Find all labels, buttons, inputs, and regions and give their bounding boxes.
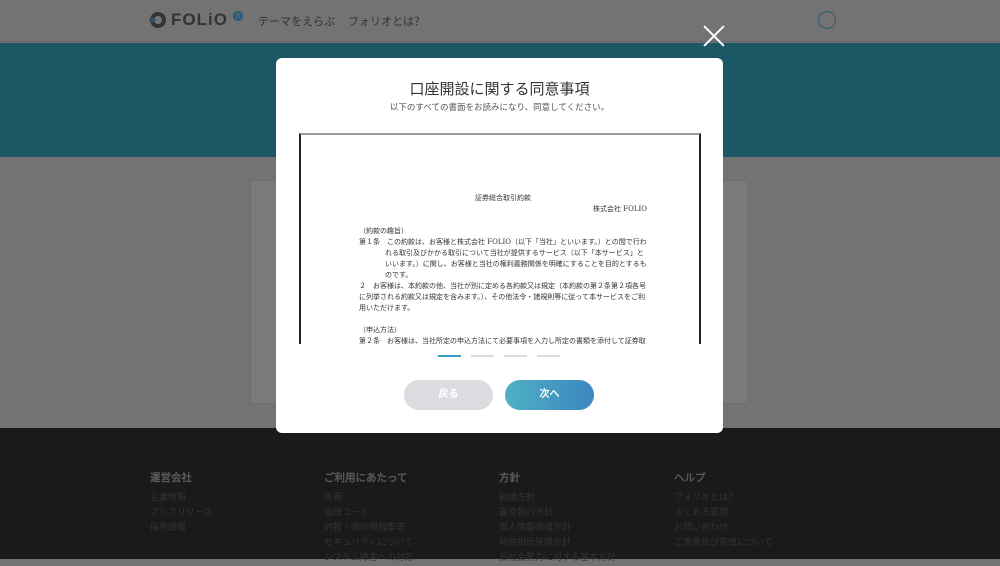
page-dot-3[interactable]: [504, 355, 527, 357]
beta-badge: β: [232, 11, 243, 21]
footer-link[interactable]: 免責: [324, 491, 414, 506]
page-dot-4[interactable]: [537, 355, 560, 357]
footer-link[interactable]: 個人情報保護方針: [499, 521, 616, 536]
nav-choose-theme[interactable]: テーマをえらぶ: [258, 13, 335, 29]
close-icon[interactable]: [703, 25, 725, 47]
footer-link[interactable]: 企業情報: [150, 491, 213, 506]
footer-link[interactable]: ご意見及び苦情について: [674, 536, 773, 551]
doc-paragraph: ２ お客様は、本約款の他、当社が別に定める各約款又は規定（本約款の第２条第２項各…: [359, 282, 646, 312]
footer-link[interactable]: セキュリティについて: [324, 536, 414, 551]
footer-link[interactable]: 採用情報: [150, 521, 213, 536]
footer-heading: 方針: [499, 472, 520, 484]
page-indicator: [438, 355, 560, 357]
nav-about[interactable]: フォリオとは？: [348, 13, 425, 29]
document-viewer[interactable]: 証券総合取引約款 株式会社 FOLIO （約款の趣旨） 第１条 この約款は、お客…: [299, 133, 701, 344]
page-dot-2[interactable]: [471, 355, 494, 357]
modal-subtitle: 以下のすべての書面をお読みになり、同意してください。: [389, 103, 610, 113]
document-company: 株式会社 FOLIO: [593, 205, 647, 213]
footer-link[interactable]: 勧誘方針: [499, 491, 616, 506]
doc-heading: （申込方法）: [359, 326, 401, 334]
next-button[interactable]: 次へ: [505, 380, 594, 410]
footer-heading: ご利用にあたって: [324, 472, 408, 484]
footer-link[interactable]: フォリオとは？: [674, 491, 773, 506]
footer-column: ヘルプフォリオとは？ よくある質問 お問い合わせ ご意見及び苦情について: [674, 470, 773, 551]
consent-modal: 口座開設に関する同意事項 以下のすべての書面をお読みになり、同意してください。 …: [276, 58, 723, 433]
footer-link[interactable]: よくある質問: [674, 506, 773, 521]
doc-paragraph: 第２条 お客様は、当社所定の申込方法にて必要事項を入力し所定の書類を添付して証券…: [359, 337, 646, 344]
footer-link[interactable]: 最良執行方針: [499, 506, 616, 521]
footer-link[interactable]: 倫理コード: [324, 506, 414, 521]
footer-column: 運営会社企業情報 プレスリリース 採用情報: [150, 470, 213, 536]
folio-logo[interactable]: FOLiO β: [150, 10, 243, 30]
modal-title: 口座開設に関する同意事項: [409, 80, 590, 98]
logo-icon: [150, 12, 166, 28]
doc-heading: （約款の趣旨）: [359, 227, 408, 235]
back-button[interactable]: 戻る: [404, 380, 493, 410]
footer-link[interactable]: お問い合わせ: [674, 521, 773, 536]
document-title: 証券総合取引約款: [475, 194, 531, 202]
site-header: FOLiO β テーマをえらぶ フォリオとは？: [0, 0, 1000, 42]
footer-link[interactable]: プレスリリース: [150, 506, 213, 521]
doc-paragraph: 第１条 この約款は、お客様と株式会社 FOLIO（以下「当社」といいます。）との…: [359, 238, 647, 279]
page-dot-1[interactable]: [438, 355, 461, 357]
footer-column: 方針 勧誘方針 最良執行方針 個人情報保護方針 利益相反管理方針 反社会勢力に対する基本方…: [499, 470, 616, 566]
footer-link[interactable]: 約款・規約規程集等: [324, 521, 414, 536]
footer-heading: ヘルプ: [674, 472, 706, 484]
footer-column: ご利用にあたって 免責 倫理コード 約款・規約規程集等 セキュリティについて システム障害…: [324, 470, 414, 566]
logo-text: FOLiO: [171, 10, 228, 29]
footer-link[interactable]: 利益相反管理方針: [499, 536, 616, 551]
user-icon[interactable]: [818, 11, 836, 29]
footer-heading: 運営会社: [150, 472, 192, 484]
